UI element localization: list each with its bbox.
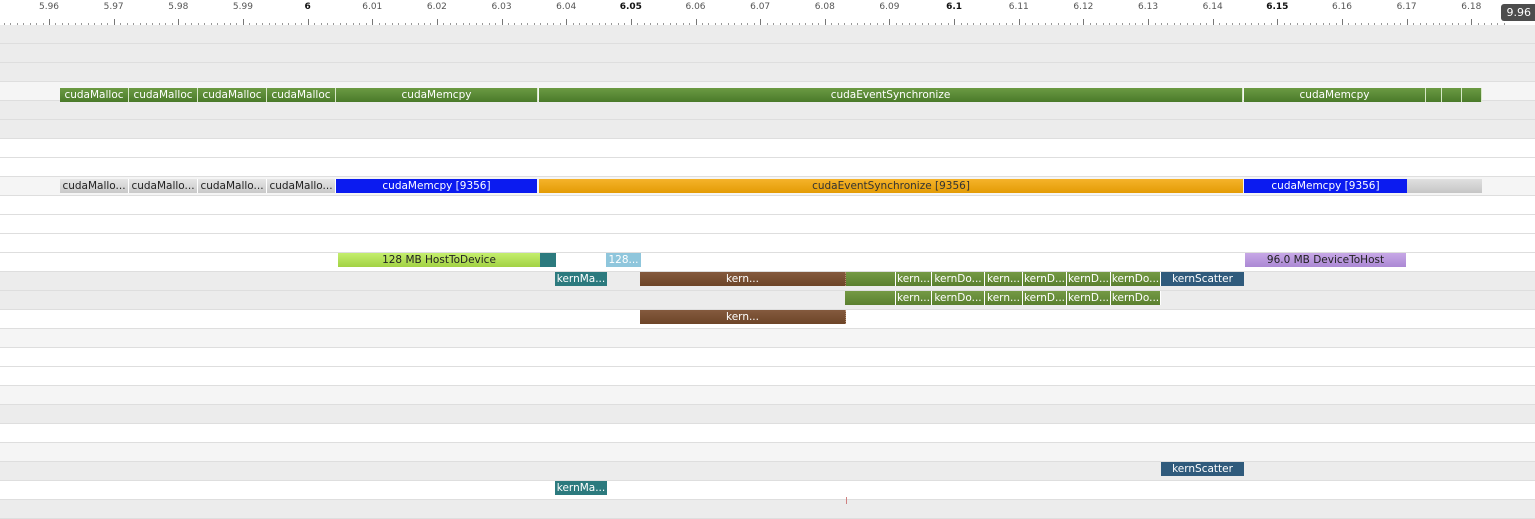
trace-bar-cudaeventsynchronize-9356[interactable]: cudaEventSynchronize [9356] — [539, 179, 1243, 193]
trace-bar-kern[interactable]: kern... — [985, 272, 1023, 286]
row-thread-api: cudaMallo...cudaMallo...cudaMallo...cuda… — [0, 177, 1535, 195]
tick-label: 6.06 — [685, 2, 705, 12]
tick-label: 6 — [304, 2, 310, 12]
row-kernels-b: kern...kernDo...kern...kernD...kernD...k… — [0, 289, 1535, 307]
trace-bar-kerndo[interactable]: kernDo... — [932, 272, 985, 286]
row-kernels-a: kernMa...kern...kern...kernDo...kern...k… — [0, 270, 1535, 288]
tick-label: 5.96 — [39, 2, 59, 12]
trace-bar-kernscatter[interactable]: kernScatter — [1161, 462, 1244, 476]
tick-label: 6.11 — [1009, 2, 1029, 12]
row-memory: 128 MB HostToDevice 128... 96.0 MB DeviceT… — [0, 251, 1535, 269]
tick-label: 6.04 — [556, 2, 576, 12]
row-kernels-c: kern... — [0, 308, 1535, 326]
timeline-row-background — [0, 367, 1535, 386]
trace-bar-cudamemcpy[interactable]: cudaMemcpy — [1244, 88, 1426, 102]
trace-bar-cudamemcpy-9356[interactable]: cudaMemcpy [9356] — [1244, 179, 1407, 193]
timeline-row-background — [0, 25, 1535, 44]
timeline-rows[interactable]: cudaMalloccudaMalloccudaMalloccudaMalloc… — [0, 27, 1535, 504]
tick-label: 6.09 — [879, 2, 899, 12]
trace-bar-cudaeventsynchronize[interactable]: cudaEventSynchronize — [539, 88, 1243, 102]
time-cursor-marker — [846, 497, 847, 504]
timeline-row-background — [0, 329, 1535, 348]
trace-bar-kernd[interactable]: kernD... — [1067, 272, 1111, 286]
trace-bar-96-0-mb-devicetohost[interactable]: 96.0 MB DeviceToHost — [1245, 253, 1406, 267]
trace-bar-olive[interactable] — [845, 291, 896, 305]
row-kernels-e: kernMa... — [0, 479, 1535, 497]
trace-bar-cudamalloc[interactable]: cudaMalloc — [267, 88, 336, 102]
timeline-ruler[interactable]: 9.96 5.96 5.97 5.98 5.99 6 6.01 6.02 6.03 6.04 6.… — [0, 0, 1535, 27]
trace-bar-api[interactable] — [1462, 88, 1482, 102]
trace-bar-cudamalloc[interactable]: cudaMalloc — [129, 88, 198, 102]
row-kernels-d: kernScatter — [0, 460, 1535, 478]
trace-bar-kernd[interactable]: kernD... — [1023, 272, 1067, 286]
trace-bar-grey[interactable] — [1426, 179, 1482, 193]
trace-bar-cudamemcpy-9356[interactable]: cudaMemcpy [9356] — [336, 179, 537, 193]
trace-bar-cudamemcpy[interactable]: cudaMemcpy — [336, 88, 538, 102]
timeline-row-background — [0, 500, 1535, 519]
trace-bar-olive[interactable] — [846, 272, 896, 286]
trace-bar-cudamalloc[interactable]: cudaMalloc — [198, 88, 267, 102]
trace-bar-128[interactable]: 128... — [606, 253, 641, 267]
trace-bar-kern[interactable]: kern... — [896, 272, 932, 286]
tick-label: 6.12 — [1073, 2, 1093, 12]
timeline-row-background — [0, 63, 1535, 82]
tick-label: 6.13 — [1138, 2, 1158, 12]
trace-bar-kern[interactable]: kern... — [896, 291, 932, 305]
trace-bar-grey[interactable] — [1407, 179, 1426, 193]
trace-bar-kernd[interactable]: kernD... — [1023, 291, 1067, 305]
timeline-row-background — [0, 405, 1535, 424]
trace-bar-cudamallo[interactable]: cudaMallo... — [60, 179, 129, 193]
timeline-row-background — [0, 386, 1535, 405]
trace-bar-kern[interactable]: kern... — [640, 272, 846, 286]
timeline-row-background — [0, 424, 1535, 443]
trace-bar-kern[interactable]: kern... — [985, 291, 1023, 305]
trace-bar-128-mb-hosttodevice[interactable]: 128 MB HostToDevice — [338, 253, 540, 267]
tick-label: 6.16 — [1332, 2, 1352, 12]
row-runtime-api: cudaMalloccudaMalloccudaMalloccudaMalloc… — [0, 86, 1535, 104]
trace-bar-cudamallo[interactable]: cudaMallo... — [198, 179, 267, 193]
tick-label: 6.15 — [1266, 2, 1288, 12]
timeline-row-background — [0, 120, 1535, 139]
tick-label: 5.97 — [104, 2, 124, 12]
trace-bar-cudamalloc[interactable]: cudaMalloc — [60, 88, 129, 102]
tick-label: 6.07 — [750, 2, 770, 12]
trace-bar-cudamallo[interactable]: cudaMallo... — [267, 179, 336, 193]
trace-bar-kernscatter[interactable]: kernScatter — [1161, 272, 1244, 286]
timeline-row-background — [0, 215, 1535, 234]
tick-label: 5.99 — [233, 2, 253, 12]
tick-label: 6.17 — [1397, 2, 1417, 12]
tick-label: 5.98 — [168, 2, 188, 12]
tick-label: 6.14 — [1203, 2, 1223, 12]
tick-label: 6.03 — [492, 2, 512, 12]
timeline-row-background — [0, 44, 1535, 63]
tick-label: 6.08 — [815, 2, 835, 12]
trace-bar-teal[interactable] — [540, 253, 556, 267]
tick-label: 6.05 — [620, 2, 642, 12]
trace-bar-kerndo[interactable]: kernDo... — [1111, 272, 1161, 286]
trace-bar-kern[interactable]: kern... — [640, 310, 846, 324]
trace-bar-cudamallo[interactable]: cudaMallo... — [129, 179, 198, 193]
timeline-row-background — [0, 196, 1535, 215]
tick-label: 6.1 — [946, 2, 962, 12]
tick-label: 6.18 — [1461, 2, 1481, 12]
tick-label: 6.02 — [427, 2, 447, 12]
timeline-row-background — [0, 158, 1535, 177]
timeline-row-background — [0, 139, 1535, 158]
trace-bar-api[interactable] — [1442, 88, 1462, 102]
trace-bar-kerndo[interactable]: kernDo... — [932, 291, 985, 305]
time-range-badge[interactable]: 9.96 — [1501, 4, 1535, 21]
trace-bar-kernd[interactable]: kernD... — [1067, 291, 1111, 305]
trace-bar-api[interactable] — [1426, 88, 1442, 102]
timeline-row-background — [0, 348, 1535, 367]
trace-bar-kerndo[interactable]: kernDo... — [1111, 291, 1161, 305]
trace-bar-kernma[interactable]: kernMa... — [555, 481, 607, 495]
trace-bar-kernma[interactable]: kernMa... — [555, 272, 607, 286]
tick-label: 6.01 — [362, 2, 382, 12]
